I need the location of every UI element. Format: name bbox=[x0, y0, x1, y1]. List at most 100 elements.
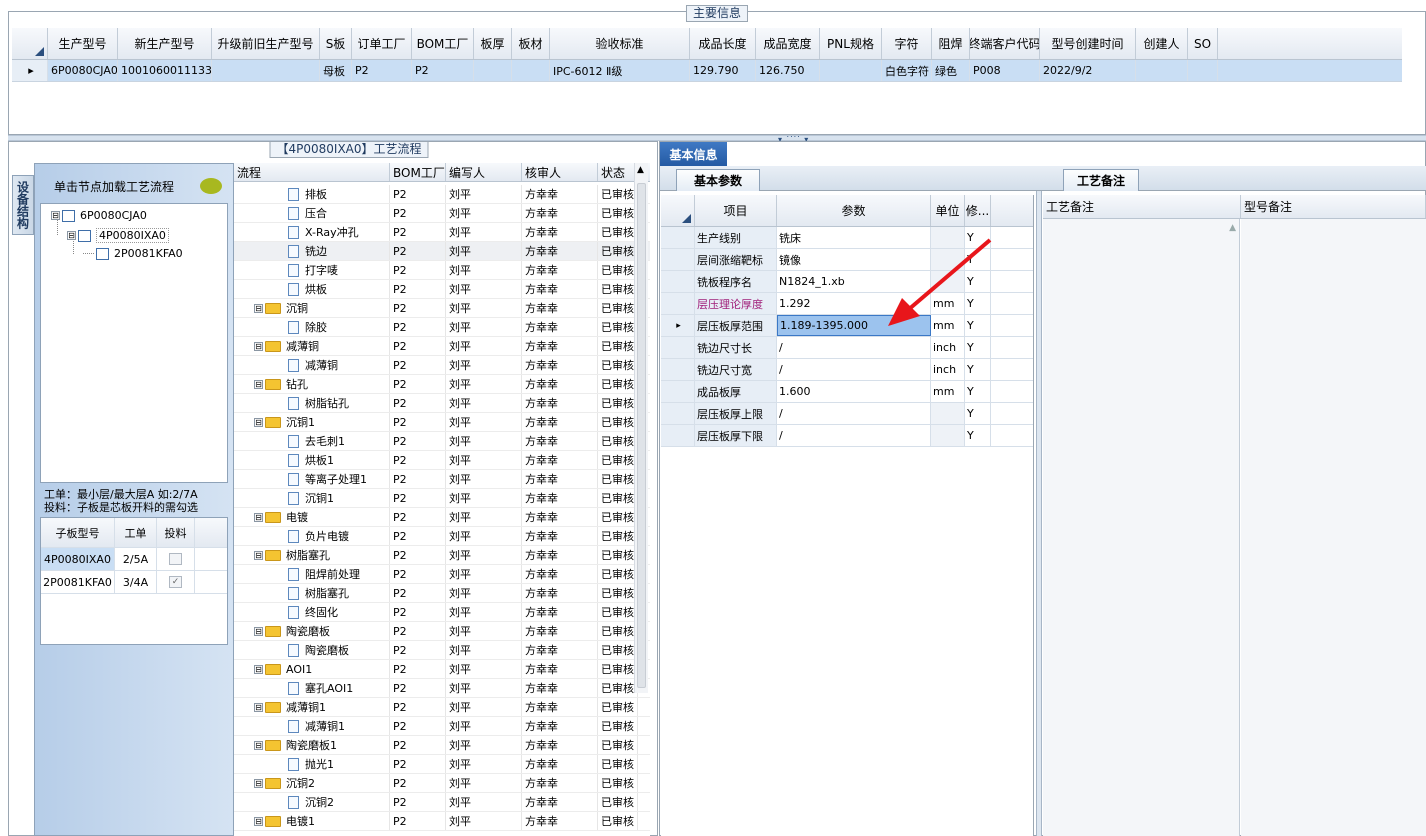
flow-row[interactable]: 去毛刺1 P2 刘平 方幸幸 已审核 bbox=[234, 432, 650, 451]
flow-row[interactable]: 排板 P2 刘平 方幸幸 已审核 bbox=[234, 185, 650, 204]
flow-reviewer-cell[interactable]: 方幸幸 bbox=[522, 432, 598, 450]
flow-factory-cell[interactable]: P2 bbox=[390, 204, 446, 222]
flow-factory-cell[interactable]: P2 bbox=[390, 812, 446, 830]
flow-name-cell[interactable]: 等离子处理1 bbox=[234, 470, 390, 488]
flow-writer-cell[interactable]: 刘平 bbox=[446, 679, 522, 697]
flow-row[interactable]: 烘板1 P2 刘平 方幸幸 已审核 bbox=[234, 451, 650, 470]
params-corner[interactable] bbox=[661, 195, 695, 226]
flow-factory-cell[interactable]: P2 bbox=[390, 261, 446, 279]
flow-writer-cell[interactable]: 刘平 bbox=[446, 527, 522, 545]
flow-reviewer-cell[interactable]: 方幸幸 bbox=[522, 622, 598, 640]
flow-factory-cell[interactable]: P2 bbox=[390, 736, 446, 754]
col-header-8[interactable]: 验收标准 bbox=[550, 28, 690, 59]
flow-name-cell[interactable]: 终固化 bbox=[234, 603, 390, 621]
flow-col-header[interactable]: BOM工厂 bbox=[390, 163, 446, 181]
flow-status-cell[interactable]: 已审核 bbox=[598, 679, 638, 697]
flow-factory-cell[interactable]: P2 bbox=[390, 470, 446, 488]
flow-reviewer-cell[interactable]: 方幸幸 bbox=[522, 698, 598, 716]
flow-factory-cell[interactable]: P2 bbox=[390, 223, 446, 241]
flow-writer-cell[interactable]: 刘平 bbox=[446, 508, 522, 526]
flow-status-cell[interactable]: 已审核 bbox=[598, 204, 638, 222]
tree-checkbox[interactable] bbox=[96, 247, 109, 260]
flow-row[interactable]: 等离子处理1 P2 刘平 方幸幸 已审核 bbox=[234, 470, 650, 489]
flow-status-cell[interactable]: 已审核 bbox=[598, 185, 638, 203]
scroll-up-icon[interactable]: ▲ bbox=[637, 165, 644, 175]
param-value[interactable]: / bbox=[777, 359, 931, 380]
flow-writer-cell[interactable]: 刘平 bbox=[446, 755, 522, 773]
flow-factory-cell[interactable]: P2 bbox=[390, 489, 446, 507]
flow-status-cell[interactable]: 已审核 bbox=[598, 622, 638, 640]
flow-reviewer-cell[interactable]: 方幸幸 bbox=[522, 299, 598, 317]
param-value[interactable]: 1.600 bbox=[777, 381, 931, 402]
flow-row[interactable]: 沉铜2 P2 刘平 方幸幸 已审核 bbox=[234, 793, 650, 812]
flow-status-cell[interactable]: 已审核 bbox=[598, 451, 638, 469]
tree-node[interactable]: ⊟ 4P0080IXA0 bbox=[67, 228, 169, 243]
flow-factory-cell[interactable]: P2 bbox=[390, 394, 446, 412]
flow-row[interactable]: 树脂钻孔 P2 刘平 方幸幸 已审核 bbox=[234, 394, 650, 413]
flow-row[interactable]: 压合 P2 刘平 方幸幸 已审核 bbox=[234, 204, 650, 223]
feed-cell[interactable]: ✓ bbox=[157, 571, 195, 593]
flow-row[interactable]: ⊟ 减薄铜1 P2 刘平 方幸幸 已审核 bbox=[234, 698, 650, 717]
col-header-6[interactable]: 板厚 bbox=[474, 28, 512, 59]
flow-status-cell[interactable]: 已审核 bbox=[598, 261, 638, 279]
flow-name-cell[interactable]: 树脂钻孔 bbox=[234, 394, 390, 412]
flow-status-cell[interactable]: 已审核 bbox=[598, 527, 638, 545]
flow-reviewer-cell[interactable]: 方幸幸 bbox=[522, 489, 598, 507]
vertical-splitter[interactable] bbox=[1036, 191, 1042, 836]
flow-status-cell[interactable]: 已审核 bbox=[598, 565, 638, 583]
col-header-14[interactable]: 终端客户代码 bbox=[970, 28, 1040, 59]
flow-row[interactable]: 负片电镀 P2 刘平 方幸幸 已审核 bbox=[234, 527, 650, 546]
param-value[interactable]: / bbox=[777, 337, 931, 358]
flow-factory-cell[interactable]: P2 bbox=[390, 508, 446, 526]
flow-name-cell[interactable]: ⊟ 沉铜 bbox=[234, 299, 390, 317]
flow-col-header[interactable]: 状态 bbox=[598, 163, 638, 181]
cell-15[interactable]: 2022/9/2 bbox=[1040, 60, 1136, 81]
flow-row[interactable]: ⊟ 陶瓷磨板1 P2 刘平 方幸幸 已审核 bbox=[234, 736, 650, 755]
cell-16[interactable] bbox=[1136, 60, 1188, 81]
flow-factory-cell[interactable]: P2 bbox=[390, 774, 446, 792]
flow-row[interactable]: ⊟ 沉铜 P2 刘平 方幸幸 已审核 bbox=[234, 299, 650, 318]
flow-name-cell[interactable]: 去毛刺1 bbox=[234, 432, 390, 450]
feed-checkbox[interactable] bbox=[169, 553, 182, 565]
feed-checkbox[interactable]: ✓ bbox=[169, 576, 182, 588]
col-header-15[interactable]: 型号创建时间 bbox=[1040, 28, 1136, 59]
flow-scrollbar[interactable]: ▲ bbox=[634, 163, 648, 693]
flow-reviewer-cell[interactable]: 方幸幸 bbox=[522, 565, 598, 583]
flow-writer-cell[interactable]: 刘平 bbox=[446, 584, 522, 602]
sub-board-row[interactable]: 2P0081KFA0 3/4A ✓ bbox=[41, 571, 227, 594]
flow-writer-cell[interactable]: 刘平 bbox=[446, 261, 522, 279]
flow-row[interactable]: 塞孔AOI1 P2 刘平 方幸幸 已审核 bbox=[234, 679, 650, 698]
flow-factory-cell[interactable]: P2 bbox=[390, 356, 446, 374]
flow-factory-cell[interactable]: P2 bbox=[390, 717, 446, 735]
cell-5[interactable]: P2 bbox=[412, 60, 474, 81]
cell-4[interactable]: P2 bbox=[352, 60, 412, 81]
flow-reviewer-cell[interactable]: 方幸幸 bbox=[522, 242, 598, 260]
flow-status-cell[interactable]: 已审核 bbox=[598, 337, 638, 355]
flow-status-cell[interactable]: 已审核 bbox=[598, 755, 638, 773]
param-col-header[interactable]: 单位 bbox=[931, 195, 965, 226]
flow-reviewer-cell[interactable]: 方幸幸 bbox=[522, 261, 598, 279]
flow-writer-cell[interactable]: 刘平 bbox=[446, 489, 522, 507]
flow-row[interactable]: 减薄铜 P2 刘平 方幸幸 已审核 bbox=[234, 356, 650, 375]
flow-name-cell[interactable]: ⊟ 沉铜2 bbox=[234, 774, 390, 792]
notes-scroll-up-icon[interactable]: ▲ bbox=[1229, 223, 1236, 233]
tree-node[interactable]: 2P0081KFA0 bbox=[83, 247, 183, 260]
flow-status-cell[interactable]: 已审核 bbox=[598, 318, 638, 336]
param-value[interactable]: / bbox=[777, 425, 931, 446]
flow-factory-cell[interactable]: P2 bbox=[390, 527, 446, 545]
sub-model-cell[interactable]: 4P0080IXA0 bbox=[41, 548, 115, 570]
tree-node[interactable]: ⊟ 6P0080CJA0 bbox=[51, 209, 147, 222]
flow-writer-cell[interactable]: 刘平 bbox=[446, 717, 522, 735]
cell-1[interactable]: 10010600111331 bbox=[118, 60, 212, 81]
flow-reviewer-cell[interactable]: 方幸幸 bbox=[522, 337, 598, 355]
flow-row[interactable]: ⊟ 电镀1 P2 刘平 方幸幸 已审核 bbox=[234, 812, 650, 831]
param-col-header[interactable]: 修... bbox=[965, 195, 991, 226]
col-header-7[interactable]: 板材 bbox=[512, 28, 550, 59]
row-indicator[interactable] bbox=[661, 249, 695, 270]
tree-toggle-icon[interactable]: ⊟ bbox=[51, 211, 60, 220]
flow-reviewer-cell[interactable]: 方幸幸 bbox=[522, 318, 598, 336]
flow-name-cell[interactable]: ⊟ 沉铜1 bbox=[234, 413, 390, 431]
flow-reviewer-cell[interactable]: 方幸幸 bbox=[522, 223, 598, 241]
flow-reviewer-cell[interactable]: 方幸幸 bbox=[522, 755, 598, 773]
cell-11[interactable] bbox=[820, 60, 882, 81]
